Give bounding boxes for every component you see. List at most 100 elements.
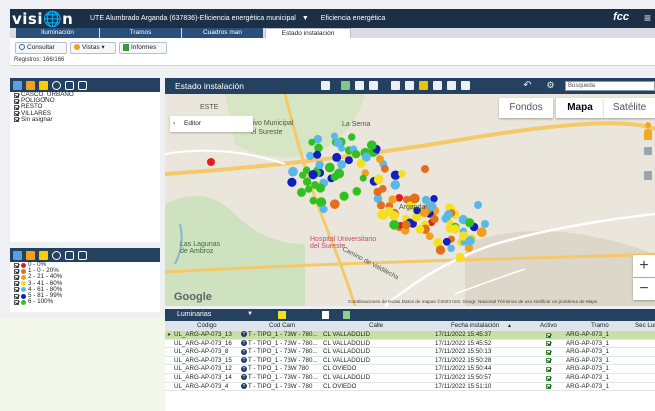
add-icon[interactable]	[39, 80, 48, 90]
uncheck-all-icon[interactable]	[78, 250, 87, 260]
map-type-satelite[interactable]: Satélite	[604, 98, 655, 118]
table-row[interactable]: UL_ARG-AP-073_14 T T - TIPO_1 - 73W - 780.…	[165, 374, 655, 383]
luminaire-marker[interactable]	[352, 187, 362, 196]
luminaire-marker[interactable]	[319, 205, 328, 214]
luminaire-marker[interactable]	[426, 201, 437, 211]
menu-icon[interactable]: ≡	[644, 11, 651, 25]
luminaire-marker[interactable]	[302, 177, 312, 186]
table-row[interactable]: UL_ARG-AP-073_15 T T - TIPO_1 - 73W - 780.…	[165, 357, 655, 366]
expand-icon[interactable]	[13, 80, 22, 90]
column-header-fecha[interactable]: Fecha instalación	[451, 321, 499, 331]
luminaire-marker[interactable]	[315, 160, 324, 170]
luminaire-marker[interactable]	[337, 160, 346, 169]
luminaire-marker[interactable]	[409, 193, 420, 204]
checkbox[interactable]	[14, 92, 19, 98]
shrink-arrows-icon[interactable]	[447, 81, 456, 90]
layers-icon[interactable]	[341, 81, 350, 90]
luminaire-marker[interactable]	[344, 156, 353, 165]
luminaire-marker[interactable]	[476, 227, 487, 238]
checkbox[interactable]	[14, 287, 19, 293]
luminaire-marker[interactable]	[442, 237, 451, 246]
tab-estado-instalacion[interactable]: Estado instalación	[265, 28, 351, 38]
luminaire-marker[interactable]	[297, 187, 306, 197]
checkbox[interactable]	[14, 98, 19, 104]
checkbox[interactable]	[14, 111, 19, 117]
zoom-in-button[interactable]: +	[633, 255, 655, 277]
binoculars-icon[interactable]	[405, 81, 414, 90]
luminaire-marker[interactable]	[333, 138, 343, 148]
luminaire-marker[interactable]	[381, 164, 389, 173]
luminaire-marker[interactable]	[299, 171, 307, 179]
map-canvas[interactable]: ESTE tivo Municipal el Sureste La Serna …	[165, 94, 655, 306]
luminaire-marker[interactable]	[287, 177, 297, 187]
module-name[interactable]: Eficiencia energética	[321, 15, 386, 22]
checkbox[interactable]	[14, 293, 19, 299]
column-header-codcam[interactable]: Cod Cam	[269, 321, 295, 331]
check-all-icon[interactable]	[65, 250, 74, 260]
luminaire-marker[interactable]	[288, 166, 298, 177]
luminaire-marker[interactable]	[398, 170, 406, 178]
app-logo[interactable]: visi🌐n	[12, 10, 86, 28]
luminaire-marker[interactable]	[474, 201, 482, 209]
column-header-calle[interactable]: Calle	[369, 321, 383, 331]
luminaire-marker[interactable]	[401, 220, 411, 230]
luminaire-marker[interactable]	[352, 150, 361, 159]
luminaire-marker[interactable]	[415, 225, 425, 234]
expand-arrows-icon[interactable]	[433, 81, 442, 90]
luminaire-marker[interactable]	[421, 165, 429, 173]
table-row[interactable]: UL_ARG-AP-073_8 T T - TIPO_1 - 73W - 780..…	[165, 348, 655, 357]
luminaire-marker[interactable]	[450, 224, 460, 234]
luminaire-marker[interactable]	[324, 162, 335, 173]
column-header-tramo[interactable]: Tramo	[591, 321, 609, 331]
checkbox[interactable]	[14, 268, 19, 274]
save-icon[interactable]	[369, 81, 378, 90]
luminaire-marker[interactable]	[465, 218, 475, 228]
table-row[interactable]: UL_ARG-AP-073_16 T T - TIPO_1 - 73W - 780.…	[165, 340, 655, 349]
check-all-icon[interactable]	[65, 80, 74, 90]
list-icon[interactable]	[321, 81, 330, 90]
luminaire-marker[interactable]	[376, 155, 384, 163]
vistas-button[interactable]: Vistas ▾	[70, 42, 116, 54]
luminaire-marker[interactable]	[388, 195, 397, 204]
luminaire-marker[interactable]	[430, 195, 438, 203]
luminaire-marker[interactable]	[481, 220, 489, 228]
export-icon[interactable]	[343, 311, 350, 319]
luminaire-marker[interactable]	[315, 183, 325, 193]
table-row[interactable]: UL_ARG-AP-073_4 T T - TIPO_1 - 73W - 780 CL…	[165, 383, 655, 392]
checkbox[interactable]	[14, 104, 19, 110]
collapse-icon[interactable]	[26, 80, 35, 90]
luminaire-marker[interactable]	[390, 180, 401, 190]
luminaire-marker[interactable]	[389, 210, 399, 221]
luminaire-marker[interactable]	[430, 215, 439, 224]
uncheck-all-icon[interactable]	[78, 80, 87, 90]
expand-icon[interactable]	[13, 250, 22, 260]
checkbox[interactable]	[14, 117, 19, 123]
zoom-out-button[interactable]: −	[633, 278, 655, 300]
cell-activo-checkbox[interactable]	[546, 384, 553, 393]
column-header-seclum[interactable]: Sec Lum	[635, 321, 655, 331]
luminaire-marker[interactable]	[435, 245, 446, 255]
checkbox[interactable]	[14, 299, 19, 305]
editor-panel[interactable]: › Editor	[170, 116, 253, 132]
map-attribution[interactable]: Combinaciones de teclas Datos de mapas ©…	[348, 299, 597, 304]
luminaire-marker[interactable]	[356, 159, 366, 169]
organization-selector[interactable]: UTE Alumbrado Arganda (637836)-Eficienci…	[90, 15, 296, 22]
luminaire-marker[interactable]	[455, 252, 465, 263]
collapse-icon[interactable]	[26, 250, 35, 260]
checkbox[interactable]	[14, 262, 19, 268]
target-icon[interactable]	[52, 250, 61, 260]
luminaire-marker[interactable]	[389, 219, 400, 230]
luminaire-marker[interactable]	[330, 132, 339, 140]
tag-icon[interactable]	[461, 81, 470, 90]
luminaire-marker[interactable]	[373, 174, 384, 185]
legend-item[interactable]: 6 - 100%	[10, 298, 160, 305]
luminaire-marker[interactable]	[305, 185, 313, 193]
luminaire-marker[interactable]	[330, 199, 340, 209]
luminaire-marker[interactable]	[359, 174, 367, 182]
sort-asc-icon[interactable]: ▲	[507, 321, 512, 331]
luminaire-marker[interactable]	[447, 244, 455, 253]
column-header-activo[interactable]: Activo	[540, 321, 557, 331]
chevron-down-icon[interactable]: ▼	[302, 15, 309, 22]
checkbox[interactable]	[14, 281, 19, 287]
tab-cuadros-man[interactable]: Cuadros man	[182, 28, 264, 38]
